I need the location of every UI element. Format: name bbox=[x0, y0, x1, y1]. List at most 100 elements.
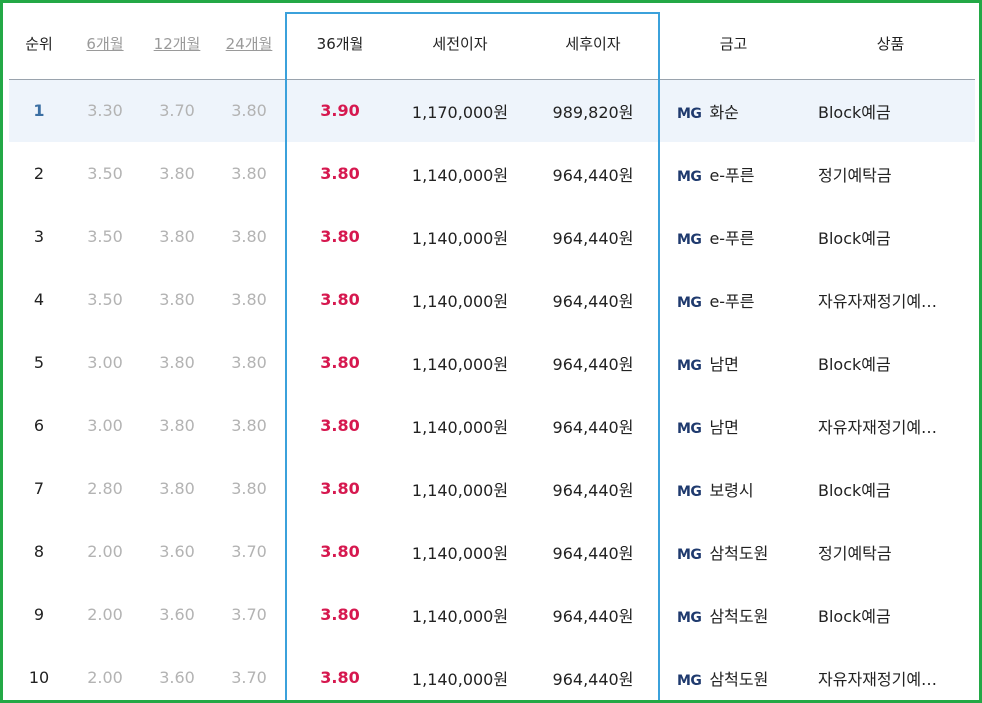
rate-6m-cell: 3.50 bbox=[87, 227, 123, 246]
mg-logo-icon: MG bbox=[677, 105, 702, 122]
aftertax-interest-cell: 964,440원 bbox=[552, 354, 634, 374]
rate-24m-cell: 3.80 bbox=[231, 416, 267, 435]
rate-12m-cell: 3.80 bbox=[159, 353, 195, 372]
bank-cell[interactable]: MG e-푸른 bbox=[661, 205, 806, 268]
table-row[interactable]: 1 3.30 3.70 3.80 3.90 1,170,000원 989,820… bbox=[9, 79, 975, 142]
product-cell[interactable]: Block예금 bbox=[806, 331, 975, 394]
col-header-bank: 금고 bbox=[661, 9, 806, 80]
rate-24m-cell: 3.80 bbox=[231, 290, 267, 309]
pretax-interest-cell: 1,140,000원 bbox=[411, 228, 509, 248]
rate-6m-cell: 3.50 bbox=[87, 164, 123, 183]
col-header-6m[interactable]: 6개월 bbox=[69, 9, 141, 80]
rate-36m-cell: 3.80 bbox=[320, 605, 360, 624]
rate-6m-cell: 3.00 bbox=[87, 353, 123, 372]
rate-36m-cell: 3.80 bbox=[320, 668, 360, 687]
bank-cell[interactable]: MG 보령시 bbox=[661, 457, 806, 520]
col-header-36m[interactable]: 36개월 bbox=[285, 9, 395, 80]
aftertax-interest-cell: 964,440원 bbox=[552, 480, 634, 500]
mg-logo-icon: MG bbox=[677, 420, 702, 437]
rate-12m-cell: 3.80 bbox=[159, 479, 195, 498]
aftertax-interest-cell: 964,440원 bbox=[552, 543, 634, 563]
rate-12m-cell: 3.80 bbox=[159, 416, 195, 435]
rate-24m-cell: 3.70 bbox=[231, 668, 267, 687]
bank-cell[interactable]: MG 삼척도원 bbox=[661, 583, 806, 646]
bank-cell[interactable]: MG e-푸른 bbox=[661, 142, 806, 205]
product-cell[interactable]: 자유자재정기예… bbox=[806, 268, 975, 331]
product-cell[interactable]: 자유자재정기예… bbox=[806, 646, 975, 700]
bank-cell[interactable]: MG 삼척도원 bbox=[661, 520, 806, 583]
mg-logo-icon: MG bbox=[677, 546, 702, 563]
table-body: 1 3.30 3.70 3.80 3.90 1,170,000원 989,820… bbox=[9, 79, 975, 700]
rate-24m-cell: 3.80 bbox=[213, 79, 285, 142]
table-row[interactable]: 5 3.00 3.80 3.80 3.80 1,140,000원 964,440… bbox=[9, 331, 975, 394]
rate-12m-cell: 3.70 bbox=[141, 79, 213, 142]
table-row[interactable]: 2 3.50 3.80 3.80 3.80 1,140,000원 964,440… bbox=[9, 142, 975, 205]
rank-cell: 10 bbox=[28, 668, 50, 687]
col-header-12m[interactable]: 12개월 bbox=[141, 9, 213, 80]
bank-name: 삼척도원 bbox=[709, 543, 769, 563]
rate-12m-cell: 3.60 bbox=[159, 605, 195, 624]
rank-cell: 7 bbox=[33, 479, 45, 498]
table-row[interactable]: 4 3.50 3.80 3.80 3.80 1,140,000원 964,440… bbox=[9, 268, 975, 331]
table-row[interactable]: 3 3.50 3.80 3.80 3.80 1,140,000원 964,440… bbox=[9, 205, 975, 268]
col-header-pretax: 세전이자 bbox=[395, 9, 525, 80]
bank-name: e-푸른 bbox=[709, 165, 755, 185]
pretax-interest-cell: 1,140,000원 bbox=[411, 291, 509, 311]
bank-name: 보령시 bbox=[709, 480, 754, 500]
rank-cell: 8 bbox=[33, 542, 45, 561]
rate-36m-cell: 3.80 bbox=[320, 227, 360, 246]
product-cell[interactable]: Block예금 bbox=[806, 583, 975, 646]
bank-name: 남면 bbox=[709, 417, 739, 437]
bank-cell[interactable]: MG 화순 bbox=[661, 79, 806, 142]
pretax-interest-cell: 1,170,000원 bbox=[395, 79, 525, 142]
product-cell[interactable]: Block예금 bbox=[806, 79, 975, 142]
pretax-interest-cell: 1,140,000원 bbox=[411, 606, 509, 626]
pretax-interest-cell: 1,140,000원 bbox=[411, 669, 509, 689]
table-row[interactable]: 8 2.00 3.60 3.70 3.80 1,140,000원 964,440… bbox=[9, 520, 975, 583]
rank-cell: 2 bbox=[33, 164, 45, 183]
rate-12m-cell: 3.80 bbox=[159, 164, 195, 183]
sort-6m-link[interactable]: 6개월 bbox=[86, 35, 123, 53]
rank-cell: 9 bbox=[33, 605, 45, 624]
rank-cell: 3 bbox=[33, 227, 45, 246]
aftertax-interest-cell: 964,440원 bbox=[552, 669, 634, 689]
table-row[interactable]: 7 2.80 3.80 3.80 3.80 1,140,000원 964,440… bbox=[9, 457, 975, 520]
product-cell[interactable]: Block예금 bbox=[806, 457, 975, 520]
table-row[interactable]: 6 3.00 3.80 3.80 3.80 1,140,000원 964,440… bbox=[9, 394, 975, 457]
product-cell[interactable]: 정기예탁금 bbox=[806, 142, 975, 205]
rank-cell: 5 bbox=[33, 353, 45, 372]
bank-cell[interactable]: MG e-푸른 bbox=[661, 268, 806, 331]
rate-24m-cell: 3.70 bbox=[231, 542, 267, 561]
rate-36m-cell: 3.90 bbox=[285, 79, 395, 142]
mg-logo-icon: MG bbox=[677, 357, 702, 374]
mg-logo-icon: MG bbox=[677, 609, 702, 626]
bank-name: 화순 bbox=[709, 102, 739, 122]
rate-36m-cell: 3.80 bbox=[320, 353, 360, 372]
sort-12m-link[interactable]: 12개월 bbox=[154, 35, 201, 53]
table-row[interactable]: 10 2.00 3.60 3.70 3.80 1,140,000원 964,44… bbox=[9, 646, 975, 700]
bank-cell[interactable]: MG 남면 bbox=[661, 331, 806, 394]
pretax-interest-cell: 1,140,000원 bbox=[411, 480, 509, 500]
rate-6m-cell: 2.00 bbox=[87, 668, 123, 687]
rate-6m-cell: 3.30 bbox=[69, 79, 141, 142]
deposit-rate-table: 순위 6개월 12개월 24개월 36개월 세전이자 세후이자 금고 상품 1 … bbox=[9, 9, 975, 700]
bank-cell[interactable]: MG 삼척도원 bbox=[661, 646, 806, 700]
rate-6m-cell: 2.00 bbox=[87, 542, 123, 561]
product-cell[interactable]: 자유자재정기예… bbox=[806, 394, 975, 457]
aftertax-interest-cell: 964,440원 bbox=[552, 228, 634, 248]
bank-cell[interactable]: MG 남면 bbox=[661, 394, 806, 457]
rate-6m-cell: 3.50 bbox=[87, 290, 123, 309]
pretax-interest-cell: 1,140,000원 bbox=[411, 354, 509, 374]
rate-36m-cell: 3.80 bbox=[320, 164, 360, 183]
col-header-24m[interactable]: 24개월 bbox=[213, 9, 285, 80]
rate-6m-cell: 2.00 bbox=[87, 605, 123, 624]
product-cell[interactable]: Block예금 bbox=[806, 205, 975, 268]
bank-name: 삼척도원 bbox=[709, 606, 769, 626]
col-header-product: 상품 bbox=[806, 9, 975, 80]
sort-24m-link[interactable]: 24개월 bbox=[226, 35, 273, 53]
aftertax-interest-cell: 989,820원 bbox=[525, 79, 661, 142]
product-cell[interactable]: 정기예탁금 bbox=[806, 520, 975, 583]
table-row[interactable]: 9 2.00 3.60 3.70 3.80 1,140,000원 964,440… bbox=[9, 583, 975, 646]
bank-name: e-푸른 bbox=[709, 291, 755, 311]
pretax-interest-cell: 1,140,000원 bbox=[411, 165, 509, 185]
